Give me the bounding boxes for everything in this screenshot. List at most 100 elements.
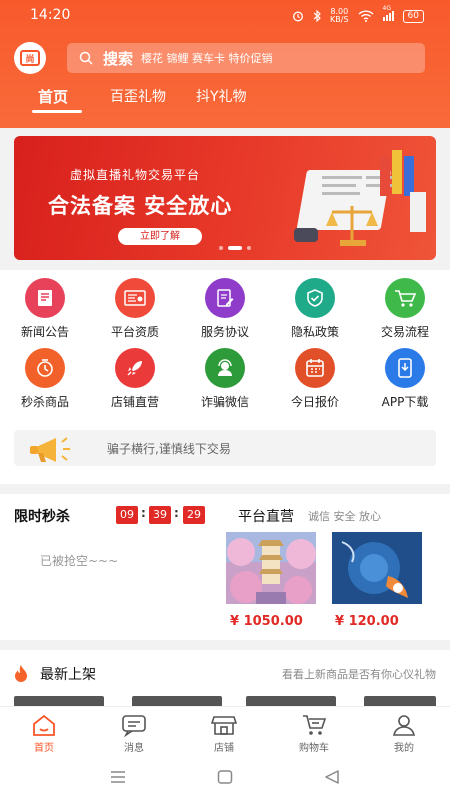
status-bar: 14:20 8.00 KB/S 4G 60	[0, 0, 450, 32]
newest-section: 最新上架 看看上新商品是否有你心仪礼物	[0, 650, 450, 710]
tab-baiwai-gifts[interactable]: 百歪礼物	[110, 86, 166, 106]
app-header: 14:20 8.00 KB/S 4G 60 尚 搜索 樱花 锦鲤 赛车卡 特价促…	[0, 0, 450, 128]
rocket-icon	[115, 348, 155, 388]
cart-icon	[385, 278, 425, 318]
banner-learn-more-button[interactable]: 立即了解	[118, 228, 202, 245]
tabbar-profile[interactable]: 我的	[374, 713, 434, 754]
agreement-icon	[205, 278, 245, 318]
support-icon	[205, 348, 245, 388]
tabbar-store[interactable]: 店铺	[194, 713, 254, 754]
megaphone-icon	[30, 437, 70, 462]
phone-download-icon	[385, 348, 425, 388]
product-price: ¥ 120.00	[335, 614, 399, 629]
grid-label: 交易流程	[380, 325, 429, 339]
grid-label: 今日报价	[290, 395, 339, 409]
grid-item-service-agreement[interactable]: 服务协议	[185, 278, 265, 340]
flash-sale-title: 限时秒杀	[14, 509, 70, 525]
countdown-minutes: 39	[149, 506, 171, 524]
search-icon	[79, 51, 93, 65]
countdown-separator: :	[141, 506, 146, 520]
product-image-sakura[interactable]	[226, 532, 316, 604]
calendar-icon	[295, 348, 335, 388]
search-bar[interactable]: 搜索 樱花 锦鲤 赛车卡 特价促销	[67, 43, 425, 73]
countdown-seconds: 29	[183, 506, 205, 524]
wifi-icon	[358, 10, 374, 22]
grid-label: 隐私政策	[290, 325, 339, 339]
notice-bar[interactable]: 骗子横行,谨慎线下交易	[14, 430, 436, 466]
feature-grid: 新闻公告 平台资质 服务协议 隐私政策 交易流程 秒杀商品 店铺直营 诈骗微信 …	[0, 270, 450, 420]
user-icon	[393, 715, 415, 736]
store-icon	[211, 716, 237, 735]
notice-section: 骗子横行,谨慎线下交易	[0, 420, 450, 484]
banner-dot[interactable]	[247, 246, 251, 250]
tabbar-home[interactable]: 首页	[14, 713, 74, 754]
sold-out-text: 已被抢空~~~	[40, 554, 119, 568]
app-logo[interactable]: 尚	[14, 42, 46, 74]
product-image-koi[interactable]	[332, 532, 422, 604]
law-book-illustration	[294, 150, 426, 246]
grid-item-scam-wechat[interactable]: 诈骗微信	[185, 348, 265, 410]
platform-direct-title[interactable]: 平台直营	[238, 506, 294, 526]
bottom-tab-bar: 首页 消息 店铺 购物车 我的	[0, 706, 450, 756]
grid-label: 秒杀商品	[20, 395, 69, 409]
news-icon	[25, 278, 65, 318]
net-speed: 8.00 KB/S	[330, 7, 349, 24]
grid-item-store-direct[interactable]: 店铺直营	[95, 348, 175, 410]
banner-subtitle: 虚拟直播礼物交易平台	[70, 168, 201, 182]
battery-indicator: 60	[402, 9, 424, 23]
countdown-separator: :	[174, 506, 179, 520]
grid-label: 平台资质	[110, 325, 159, 339]
status-icons: 8.00 KB/S 4G 60	[292, 5, 424, 24]
newest-title: 最新上架	[40, 667, 96, 683]
tab-home[interactable]: 首页	[38, 86, 68, 107]
flash-sale-section: 限时秒杀 09 : 39 : 29 已被抢空~~~ 平台直营 诚信 安全 放心 …	[0, 494, 450, 640]
search-keyword: 搜索	[103, 49, 134, 68]
back-icon[interactable]	[324, 770, 340, 784]
newest-subtitle[interactable]: 看看上新商品是否有你心仪礼物	[282, 666, 436, 682]
grid-label: 服务协议	[200, 325, 249, 339]
tabbar-label: 购物车	[299, 743, 329, 754]
promo-banner[interactable]: 虚拟直播礼物交易平台 合法备案 安全放心 立即了解	[14, 136, 436, 260]
timer-icon	[25, 348, 65, 388]
grid-label: 新闻公告	[20, 325, 69, 339]
tab-active-indicator	[32, 110, 82, 113]
banner-headline: 合法备案 安全放心	[48, 194, 233, 218]
tabbar-label: 店铺	[214, 743, 234, 754]
grid-item-flash-sale[interactable]: 秒杀商品	[5, 348, 85, 410]
top-tabs: 首页 百歪礼物 抖Y礼物	[0, 86, 450, 120]
tabbar-cart[interactable]: 购物车	[284, 713, 344, 754]
grid-item-qualification[interactable]: 平台资质	[95, 278, 175, 340]
status-time: 14:20	[30, 7, 71, 23]
alarm-icon	[293, 11, 303, 22]
shield-icon	[295, 278, 335, 318]
grid-item-trade-process[interactable]: 交易流程	[365, 278, 445, 340]
tabbar-label: 消息	[124, 743, 144, 754]
banner-dot-active[interactable]	[228, 246, 242, 250]
grid-item-today-quote[interactable]: 今日报价	[275, 348, 355, 410]
fire-icon	[15, 665, 27, 682]
tabbar-label: 我的	[394, 743, 414, 754]
message-icon	[122, 715, 146, 737]
search-placeholder: 樱花 锦鲤 赛车卡 特价促销	[141, 52, 273, 65]
grid-label: APP下载	[381, 395, 429, 409]
certificate-icon	[115, 278, 155, 318]
home-button-icon[interactable]	[217, 770, 233, 784]
notice-text: 骗子横行,谨慎线下交易	[107, 442, 231, 456]
grid-item-news[interactable]: 新闻公告	[5, 278, 85, 340]
tab-douy-gifts[interactable]: 抖Y礼物	[196, 86, 247, 106]
platform-direct-tagline: 诚信 安全 放心	[308, 510, 381, 523]
home-icon	[33, 714, 55, 736]
grid-item-privacy-policy[interactable]: 隐私政策	[275, 278, 355, 340]
signal-icon: 4G	[382, 5, 394, 21]
shopping-cart-icon	[303, 715, 327, 735]
bluetooth-icon	[313, 10, 321, 22]
menu-icon[interactable]	[110, 770, 126, 784]
banner-pagination	[219, 246, 251, 250]
tabbar-messages[interactable]: 消息	[104, 713, 164, 754]
grid-label: 诈骗微信	[200, 395, 249, 409]
product-price: ¥ 1050.00	[230, 614, 303, 629]
grid-label: 店铺直营	[110, 395, 159, 409]
countdown-hours: 09	[116, 506, 138, 524]
banner-dot[interactable]	[219, 246, 223, 250]
grid-item-app-download[interactable]: APP下载	[365, 348, 445, 410]
